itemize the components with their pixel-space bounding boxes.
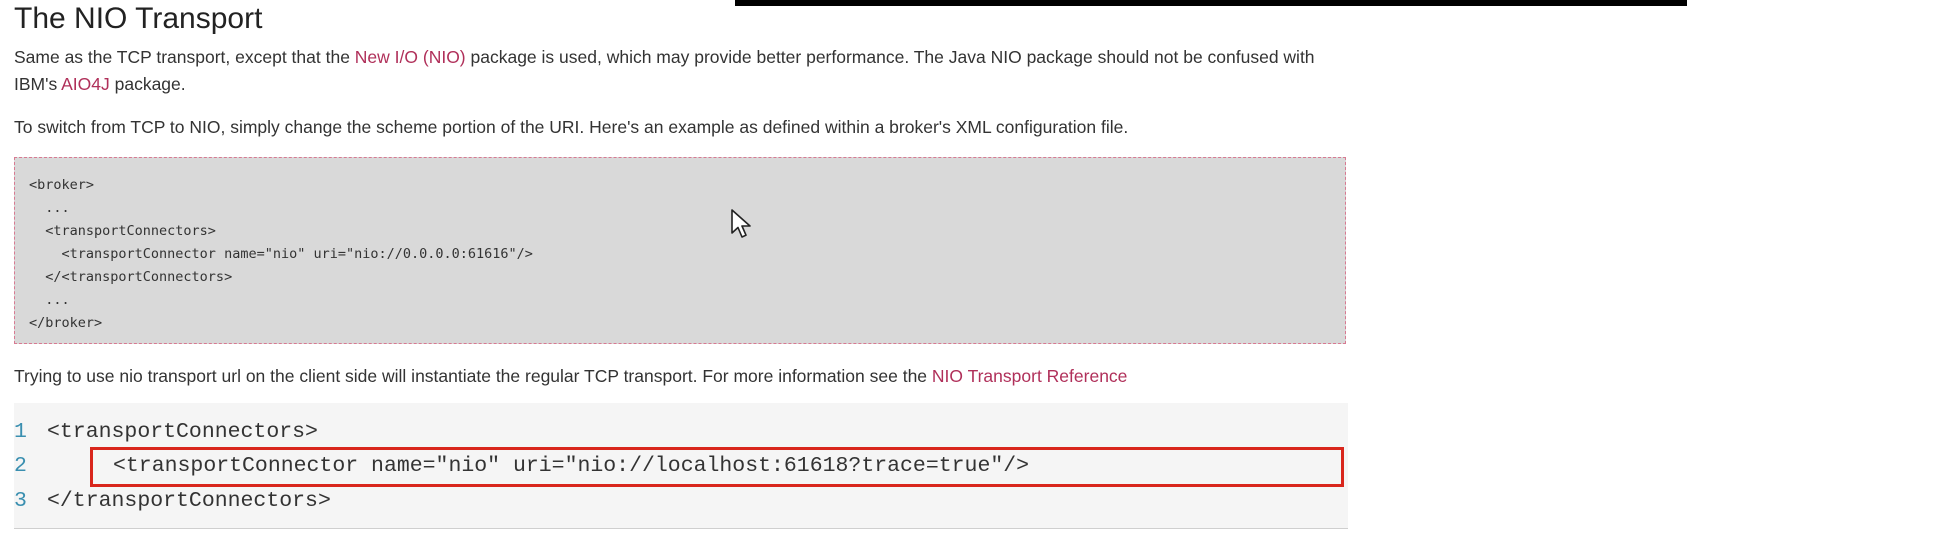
line-code: <transportConnectors> bbox=[47, 420, 318, 444]
aio4j-link[interactable]: AIO4J bbox=[61, 74, 110, 94]
line-number: 3 bbox=[14, 489, 27, 513]
intro-text-1: Same as the TCP transport, except that t… bbox=[14, 47, 355, 67]
config-code: <broker> ... <transportConnectors> <tran… bbox=[29, 177, 533, 331]
line-number: 2 bbox=[14, 454, 27, 478]
config-code-block: <broker> ... <transportConnectors> <tran… bbox=[14, 157, 1346, 344]
line-number: 1 bbox=[14, 420, 27, 444]
code-editor[interactable]: 1 <transportConnectors> 2 <transportConn… bbox=[14, 403, 1348, 529]
mouse-cursor-icon bbox=[731, 209, 751, 238]
top-black-bar bbox=[735, 0, 1687, 6]
intro-text-3: package. bbox=[109, 74, 186, 94]
line-code: </transportConnectors> bbox=[47, 489, 331, 513]
switch-paragraph: To switch from TCP to NIO, simply change… bbox=[14, 117, 1129, 137]
nio-link[interactable]: New I/O (NIO) bbox=[355, 47, 466, 67]
client-note-text: Trying to use nio transport url on the c… bbox=[14, 366, 932, 386]
nio-transport-reference-link[interactable]: NIO Transport Reference bbox=[932, 366, 1128, 386]
intro-paragraph: Same as the TCP transport, except that t… bbox=[14, 44, 1334, 98]
highlight-box bbox=[90, 447, 1344, 487]
page-title: The NIO Transport bbox=[14, 2, 263, 35]
client-note-paragraph: Trying to use nio transport url on the c… bbox=[14, 363, 1127, 390]
